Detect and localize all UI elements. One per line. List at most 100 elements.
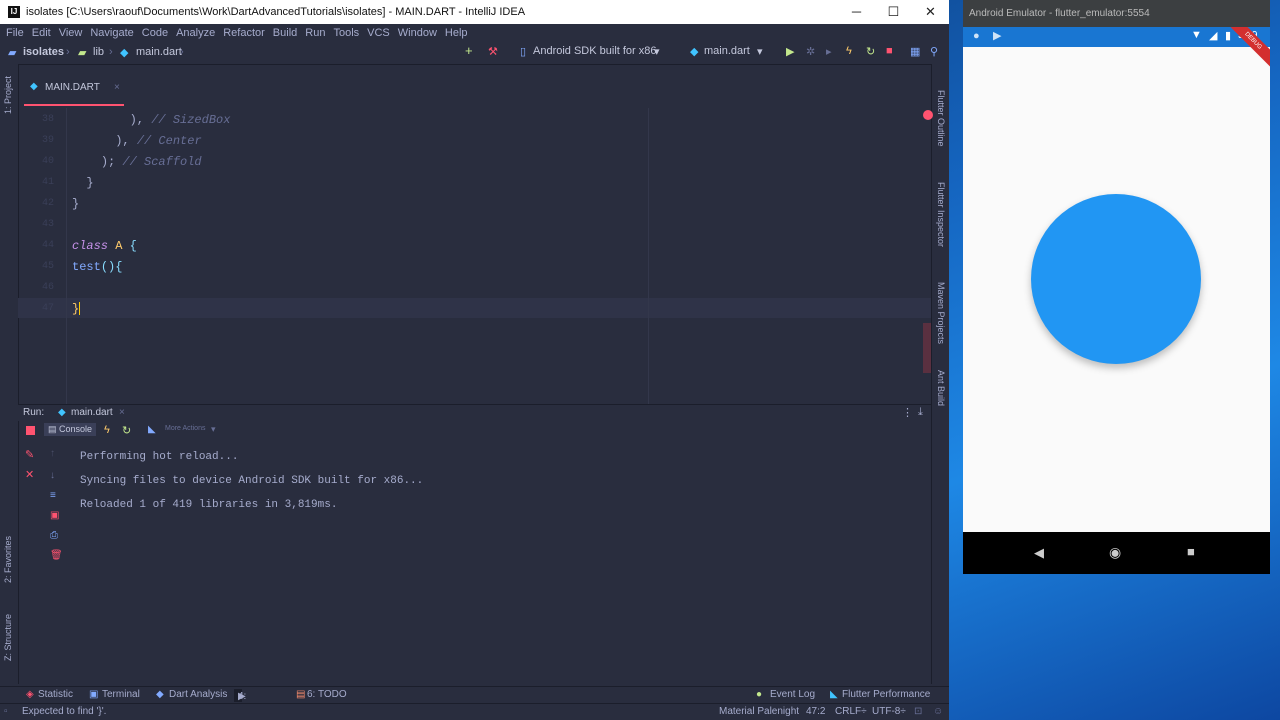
line-number: 43 xyxy=(41,219,54,230)
menu-edit[interactable]: Edit xyxy=(32,27,51,39)
caret-position[interactable]: 47:2 xyxy=(806,706,825,717)
maven-tool-button[interactable]: Maven Projects xyxy=(936,282,946,344)
theme-indicator[interactable]: Material Palenight xyxy=(719,706,799,717)
menu-file[interactable]: File xyxy=(6,27,24,39)
code-line: } xyxy=(86,176,94,190)
ant-tool-button[interactable]: Ant Build xyxy=(936,370,946,406)
todo-tool-button[interactable]: 6: TODO xyxy=(307,689,347,700)
app-screen[interactable] xyxy=(963,47,1270,532)
attach-icon[interactable]: ▸ xyxy=(826,45,832,58)
file-encoding[interactable]: UTF-8÷ xyxy=(872,706,906,717)
soft-wrap-icon[interactable]: ≡ xyxy=(50,490,56,501)
tab-main-dart[interactable]: ◆ MAIN.DART × xyxy=(24,76,124,106)
editor-tabs: ◆ MAIN.DART × xyxy=(18,76,931,106)
structure-tool-button[interactable]: Z: Structure xyxy=(3,614,13,661)
hot-restart-icon[interactable]: ↻ xyxy=(122,424,131,437)
run-config-selector[interactable]: main.dart xyxy=(704,45,750,57)
run-tool-button[interactable]: ▶ 4: Run xyxy=(234,689,256,713)
project-tool-button[interactable]: 1: Project xyxy=(3,76,13,114)
close-tab-icon[interactable]: × xyxy=(114,82,120,93)
right-margin-guide xyxy=(648,108,649,404)
device-selector[interactable]: Android SDK built for x86 xyxy=(533,45,657,57)
menu-analyze[interactable]: Analyze xyxy=(176,27,215,39)
close-icon[interactable]: ✕ xyxy=(25,468,34,481)
line-number: 38 xyxy=(41,114,54,125)
arrow-up-icon[interactable]: ↑ xyxy=(50,448,55,459)
close-tab-icon[interactable]: × xyxy=(119,407,125,418)
breadcrumb-folder[interactable]: lib xyxy=(93,46,104,58)
hide-panel-icon[interactable]: ⤓ xyxy=(918,406,923,419)
breadcrumb-file[interactable]: main.dart xyxy=(136,46,182,58)
console-output[interactable]: Performing hot reload... Syncing files t… xyxy=(70,447,930,677)
hot-restart-icon[interactable]: ↻ xyxy=(866,45,875,58)
clear-all-icon[interactable]: 🗑 xyxy=(50,550,63,561)
intellij-icon: IJ xyxy=(8,6,20,18)
console-tab[interactable]: ▤ Console xyxy=(44,423,97,436)
menu-vcs[interactable]: VCS xyxy=(367,27,390,39)
hector-icon[interactable]: ☺ xyxy=(933,706,943,717)
code-line: } xyxy=(72,302,81,316)
menu-build[interactable]: Build xyxy=(273,27,297,39)
minimize-button[interactable]: ─ xyxy=(838,0,875,24)
line-separator[interactable]: CRLF÷ xyxy=(835,706,867,717)
more-actions-button[interactable]: More Actions xyxy=(165,425,205,432)
print-icon[interactable]: ⎙ xyxy=(50,530,58,541)
run-tab[interactable]: main.dart xyxy=(71,407,113,418)
flutter-outline-tool-button[interactable]: Flutter Outline xyxy=(936,90,946,147)
android-emulator: Android Emulator - flutter_emulator:5554… xyxy=(963,0,1270,574)
back-icon[interactable]: ◀ xyxy=(1034,545,1044,561)
hot-reload-icon[interactable]: ϟ xyxy=(846,45,852,57)
run-icon[interactable]: ▶ xyxy=(786,45,794,58)
lock-icon[interactable]: ⊡ xyxy=(914,706,922,717)
stop-icon[interactable]: ■ xyxy=(886,45,893,57)
menu-refactor[interactable]: Refactor xyxy=(223,27,265,39)
chevron-right-icon: › xyxy=(66,46,70,58)
breadcrumb-project[interactable]: isolates xyxy=(23,46,64,58)
debug-icon[interactable]: ✲ xyxy=(806,45,815,58)
statistic-tool-button[interactable]: Statistic xyxy=(38,689,73,700)
project-structure-icon[interactable]: ▦ xyxy=(910,45,920,58)
code-editor[interactable]: 38 ), // SizedBox 39 ), // Center 40 ); … xyxy=(18,108,933,404)
menu-tools[interactable]: Tools xyxy=(333,27,359,39)
tab-label: MAIN.DART xyxy=(45,82,100,93)
line-number: 47 xyxy=(41,303,54,314)
code-line: ); // Scaffold xyxy=(100,155,202,169)
scroll-to-end-icon[interactable]: ▣ xyxy=(50,510,59,521)
pin-icon[interactable]: ✎ xyxy=(25,448,34,461)
menu-view[interactable]: View xyxy=(59,27,83,39)
chevron-down-icon[interactable]: ▾ xyxy=(757,45,763,58)
arrow-down-icon[interactable]: ↓ xyxy=(50,470,55,481)
terminal-tool-button[interactable]: Terminal xyxy=(102,689,140,700)
more-options-icon[interactable]: ⋮ xyxy=(902,406,913,419)
code-line: ), // Center xyxy=(115,134,202,148)
overview-icon[interactable]: ■ xyxy=(1187,544,1195,559)
menu-window[interactable]: Window xyxy=(398,27,437,39)
dart-analysis-tool-button[interactable]: Dart Analysis xyxy=(169,689,227,700)
hammer-icon[interactable]: ⚒ xyxy=(488,45,498,58)
chevron-down-icon[interactable]: ▾ xyxy=(654,45,660,58)
home-icon[interactable]: ◉ xyxy=(1109,544,1121,561)
event-log-tool-button[interactable]: Event Log xyxy=(770,689,815,700)
error-indicator-icon[interactable] xyxy=(923,110,933,120)
blue-circle[interactable] xyxy=(1031,194,1201,364)
emulator-title-bar: Android Emulator - flutter_emulator:5554 xyxy=(963,0,1270,27)
menu-help[interactable]: Help xyxy=(445,27,468,39)
menu-navigate[interactable]: Navigate xyxy=(90,27,133,39)
emulator-title: Android Emulator - flutter_emulator:5554 xyxy=(969,8,1150,19)
add-icon[interactable]: + xyxy=(465,43,473,58)
hot-reload-icon[interactable]: ϟ xyxy=(104,424,110,436)
error-stripe[interactable] xyxy=(923,323,931,373)
search-icon[interactable]: ⚲ xyxy=(930,45,938,58)
line-number: 39 xyxy=(41,135,54,146)
maximize-button[interactable]: ☐ xyxy=(875,0,912,24)
flutter-performance-tool-button[interactable]: Flutter Performance xyxy=(842,689,930,700)
line-number: 46 xyxy=(41,282,54,293)
gutter-separator xyxy=(66,108,67,404)
menu-code[interactable]: Code xyxy=(142,27,168,39)
flutter-inspector-tool-button[interactable]: Flutter Inspector xyxy=(936,182,946,247)
dart-analysis-icon: ◆ xyxy=(156,689,164,700)
menu-run[interactable]: Run xyxy=(305,27,325,39)
close-button[interactable]: ✕ xyxy=(912,0,949,24)
chevron-down-icon[interactable]: ▾ xyxy=(211,424,216,435)
favorites-tool-button[interactable]: 2: Favorites xyxy=(3,536,13,583)
